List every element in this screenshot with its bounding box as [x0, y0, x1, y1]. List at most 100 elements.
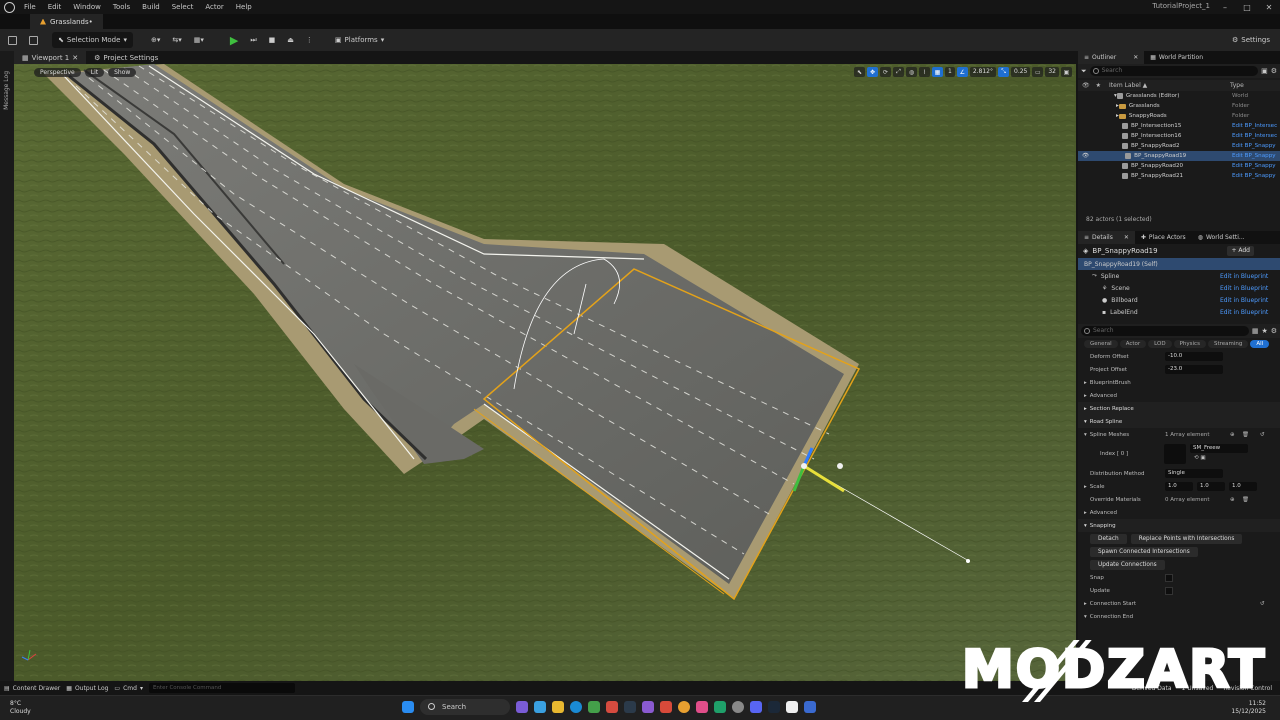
settings-button[interactable]: ⚙ Settings	[1228, 32, 1274, 48]
tab-world-settings[interactable]: ◍ World Setti...	[1192, 231, 1251, 244]
add-actor-icon[interactable]: ⊕▾	[147, 32, 164, 48]
weather-widget[interactable]: 8°C Cloudy	[10, 700, 31, 716]
settings-icon[interactable]: ⚙	[1271, 67, 1277, 75]
scale-y-field[interactable]: 1.0	[1197, 482, 1225, 491]
outliner-row-selected[interactable]: 👁 BP_SnappyRoad19 Edit BP_Snappy	[1078, 151, 1280, 161]
show-button[interactable]: Show	[108, 68, 137, 77]
property-group[interactable]: ▸ Advanced	[1078, 506, 1280, 519]
component-row[interactable]: ▪ LabelEnd Edit in Blueprint	[1078, 306, 1280, 318]
app3-icon[interactable]	[732, 701, 744, 713]
filter-general[interactable]: General	[1084, 340, 1118, 348]
scale-x-field[interactable]: 1.0	[1165, 482, 1193, 491]
play-icon[interactable]: ▶	[226, 32, 242, 48]
outliner-search-input[interactable]: Search	[1089, 66, 1259, 76]
mesh-thumbnail[interactable]	[1164, 444, 1186, 464]
play-options-icon[interactable]: ⋮	[302, 32, 317, 48]
star-icon[interactable]: ★	[1261, 327, 1267, 335]
file-explorer-icon[interactable]	[552, 701, 564, 713]
close-icon[interactable]: ✕	[72, 54, 78, 62]
taskbar-search[interactable]: Search	[420, 699, 510, 715]
outliner-row[interactable]: BP_SnappyRoad2 Edit BP_Snappy	[1078, 141, 1280, 151]
outliner-row[interactable]: ▾ Grasslands (Editor) World	[1078, 91, 1280, 101]
level-viewport[interactable]: Perspective Lit Show ⬉ ✥ ⟳ ⤢ ◍ ⌇ ▦ 1 ∠ 2…	[14, 64, 1076, 681]
snap-checkbox[interactable]	[1165, 573, 1173, 582]
replace-points-button[interactable]: Replace Points with Intersections	[1130, 533, 1243, 544]
grid-snap-icon[interactable]: ▦	[931, 67, 943, 77]
filter-actor[interactable]: Actor	[1119, 340, 1147, 348]
details-search-input[interactable]: Search	[1081, 326, 1249, 336]
section-header[interactable]: ▾ Snapping	[1078, 519, 1280, 532]
col-type[interactable]: Type	[1230, 82, 1244, 89]
outliner-row[interactable]: BP_Intersection16 Edit BP_Intersec	[1078, 131, 1280, 141]
grid-size-value[interactable]: 1	[944, 67, 955, 77]
filter-icon[interactable]: ⏷	[1081, 67, 1087, 76]
component-row[interactable]: ● Billboard Edit in Blueprint	[1078, 294, 1280, 306]
close-icon[interactable]: ✕	[1258, 0, 1280, 14]
tab-project-settings[interactable]: ⚙ Project Settings	[86, 51, 166, 64]
steam-icon[interactable]	[624, 701, 636, 713]
tab-place-actors[interactable]: ✚ Place Actors	[1135, 231, 1192, 244]
visibility-icon[interactable]: 👁	[1082, 153, 1089, 159]
reset-icon[interactable]: ↺	[1260, 432, 1265, 438]
outliner-row[interactable]: ▸ Grasslands Folder	[1078, 101, 1280, 111]
eject-icon[interactable]: ⏏	[283, 32, 298, 48]
cinematics-icon[interactable]: ▦▾	[190, 32, 208, 48]
distribution-select[interactable]: Single	[1165, 469, 1223, 478]
lit-button[interactable]: Lit	[84, 68, 105, 77]
visual-studio-icon[interactable]	[642, 701, 654, 713]
select-icon[interactable]: ⬉	[853, 67, 865, 77]
outliner-row[interactable]: BP_SnappyRoad20 Edit BP_Snappy	[1078, 161, 1280, 171]
trash-icon[interactable]: 🗑	[1242, 432, 1249, 438]
add-component-button[interactable]: + Add	[1227, 246, 1254, 256]
update-checkbox[interactable]	[1165, 586, 1173, 595]
menu-window[interactable]: Window	[67, 3, 107, 11]
minimize-icon[interactable]: –	[1214, 0, 1236, 14]
copilot-icon[interactable]	[516, 701, 528, 713]
tab-details[interactable]: ≡ Details ✕	[1078, 231, 1135, 244]
surface-snap-icon[interactable]: ⌇	[918, 67, 930, 77]
world-icon[interactable]: ◍	[905, 67, 917, 77]
app2-icon[interactable]	[714, 701, 726, 713]
console-command-input[interactable]: Enter Console Command	[148, 683, 295, 693]
chrome-icon[interactable]	[678, 701, 690, 713]
output-log-button[interactable]: ▦ Output Log	[66, 685, 108, 692]
camera-speed-icon[interactable]: ▭	[1032, 67, 1044, 77]
tab-viewport[interactable]: ▦ Viewport 1 ✕	[14, 51, 87, 64]
app4-icon[interactable]	[804, 701, 816, 713]
start-icon[interactable]	[402, 701, 414, 713]
scale-icon[interactable]: ⤢	[892, 67, 904, 77]
menu-tools[interactable]: Tools	[107, 3, 136, 11]
add-element-icon[interactable]: ⊕	[1230, 432, 1235, 438]
component-row[interactable]: ⚘ Scene Edit in Blueprint	[1078, 282, 1280, 294]
stop-icon[interactable]: ■	[265, 32, 280, 48]
steam2-icon[interactable]	[768, 701, 780, 713]
filter-all[interactable]: All	[1250, 340, 1270, 348]
outliner-row[interactable]: BP_Intersection15 Edit BP_Intersec	[1078, 121, 1280, 131]
step-icon[interactable]: ⏭	[246, 32, 260, 48]
menu-select[interactable]: Select	[166, 3, 200, 11]
browse-icon[interactable]: ⟲ ▣	[1194, 455, 1206, 461]
tab-world-partition[interactable]: ▦ World Partition	[1144, 51, 1209, 64]
message-log-tab[interactable]: Message Log	[3, 71, 10, 110]
tab-outliner[interactable]: ≡ Outliner ✕	[1078, 51, 1145, 64]
trash-icon[interactable]: 🗑	[1242, 497, 1249, 503]
component-row[interactable]: BP_SnappyRoad19 (Self)	[1078, 258, 1280, 270]
property-group[interactable]: ▸ BlueprintBrush	[1078, 376, 1280, 389]
grid-view-icon[interactable]: ▦	[1252, 327, 1259, 335]
scale-snap-value[interactable]: 0.25	[1011, 67, 1031, 77]
detach-button[interactable]: Detach	[1090, 533, 1127, 544]
close-icon[interactable]: ✕	[1133, 54, 1138, 61]
save-icon[interactable]	[4, 32, 21, 48]
media-icon[interactable]	[696, 701, 708, 713]
component-row[interactable]: ⤳ Spline Edit in Blueprint	[1078, 270, 1280, 282]
app-icon[interactable]	[606, 701, 618, 713]
add-folder-icon[interactable]: ▣	[1261, 67, 1268, 75]
deform-offset-field[interactable]: -10.0	[1165, 352, 1223, 361]
menu-edit[interactable]: Edit	[42, 3, 68, 11]
menu-actor[interactable]: Actor	[199, 3, 229, 11]
maximize-icon[interactable]: □	[1236, 0, 1258, 14]
section-header[interactable]: ▸ Section Replace	[1078, 402, 1280, 415]
level-tab[interactable]: Grasslands•	[30, 14, 103, 29]
filter-lod[interactable]: LOD	[1148, 340, 1172, 348]
perspective-button[interactable]: Perspective	[34, 68, 81, 77]
